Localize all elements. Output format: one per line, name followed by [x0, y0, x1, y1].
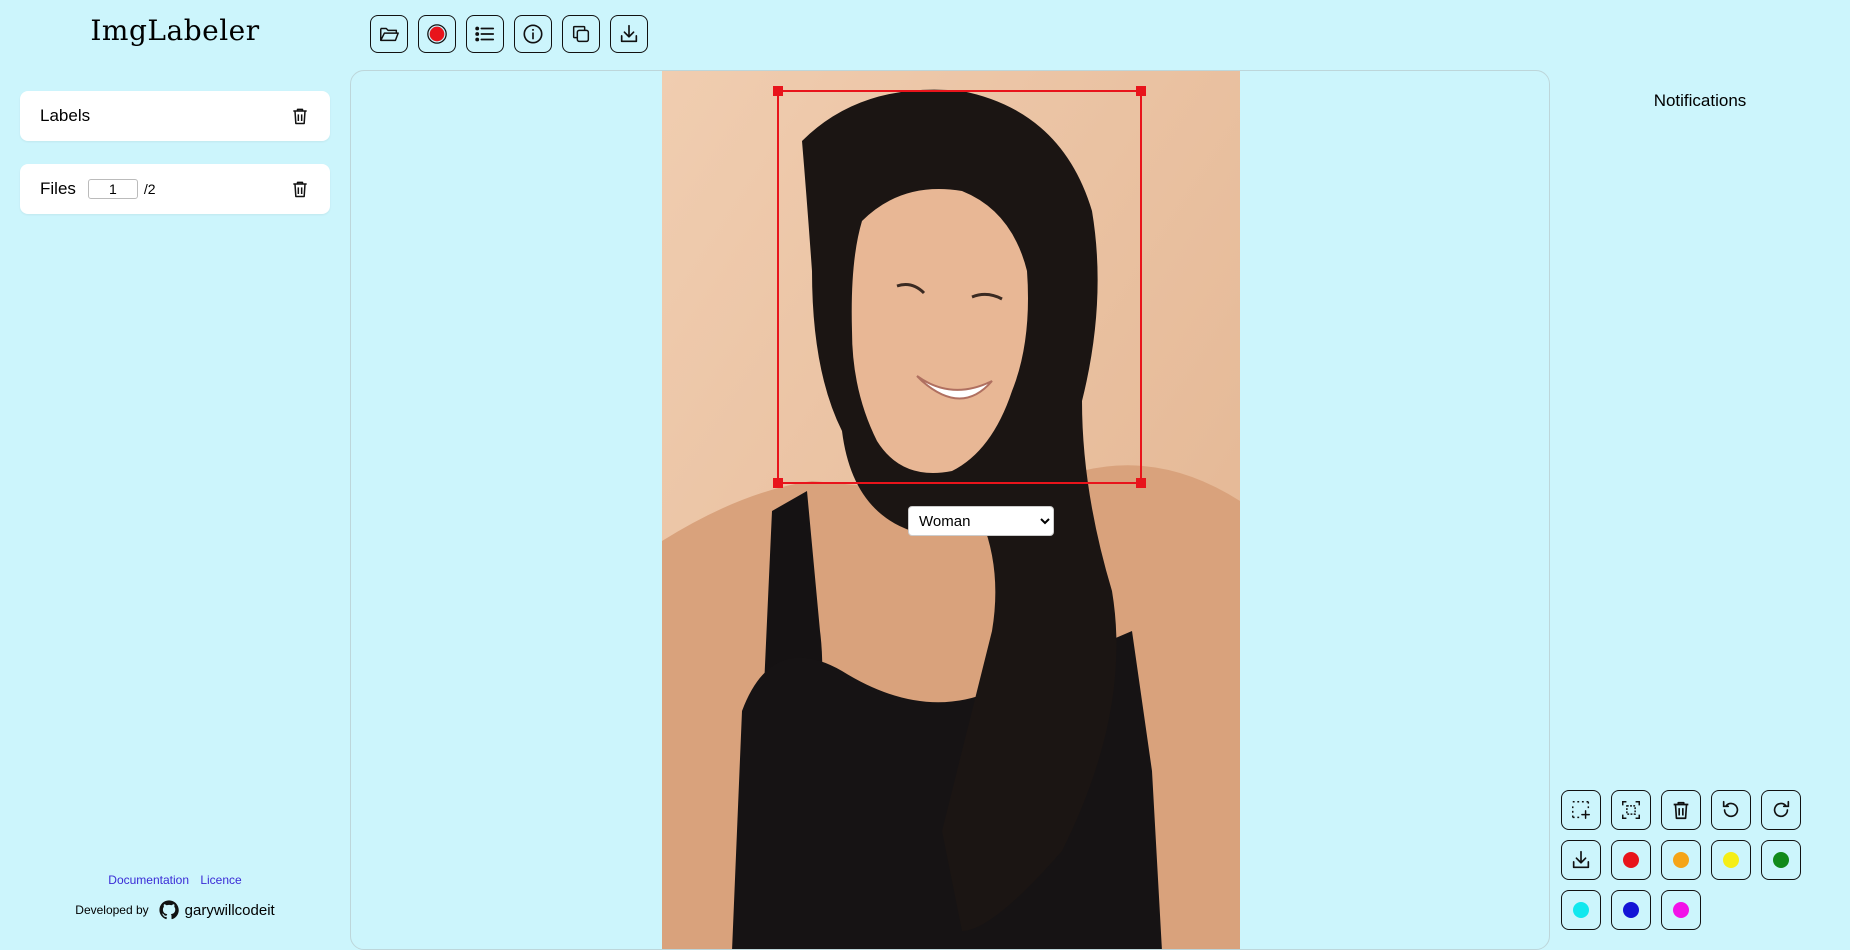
download-icon: [620, 24, 638, 43]
color-cyan-button[interactable]: [1561, 890, 1601, 930]
labels-title: Labels: [40, 106, 91, 125]
annotation-label-select[interactable]: Woman: [908, 506, 1054, 536]
file-index-input[interactable]: [87, 179, 138, 199]
annotated-photo[interactable]: Woman: [662, 71, 1240, 949]
trash-icon: [293, 108, 307, 125]
undo-button[interactable]: [1711, 790, 1751, 830]
redo-icon: [1773, 800, 1790, 818]
clear-labels-button[interactable]: [290, 106, 310, 126]
color-swatch: [1723, 852, 1739, 868]
app-title: ImgLabeler: [90, 14, 260, 47]
annotation-tools: [1561, 790, 1801, 930]
color-blue-button[interactable]: [1611, 890, 1651, 930]
annotation-box[interactable]: [773, 86, 1146, 488]
color-magenta-button[interactable]: [1661, 890, 1701, 930]
list-button[interactable]: [466, 15, 504, 53]
add-box-icon: [1572, 801, 1590, 819]
resize-handle-top-right[interactable]: [1136, 86, 1146, 96]
add-box-button[interactable]: [1561, 790, 1601, 830]
color-swatch: [1623, 852, 1639, 868]
files-title: Files: [40, 179, 76, 198]
download-button[interactable]: [610, 15, 648, 53]
copy-icon: [572, 25, 590, 43]
trash-icon: [293, 181, 307, 198]
image-canvas[interactable]: Woman: [350, 70, 1550, 950]
color-swatch: [1573, 902, 1589, 918]
open-folder-button[interactable]: [370, 15, 408, 53]
color-swatch: [1623, 902, 1639, 918]
color-red-button[interactable]: [1611, 840, 1651, 880]
undo-icon: [1722, 800, 1739, 818]
color-swatch: [1673, 852, 1689, 868]
delete-box-button[interactable]: [1661, 790, 1701, 830]
clear-files-button[interactable]: [290, 179, 310, 199]
info-button[interactable]: [514, 15, 552, 53]
redo-button[interactable]: [1761, 790, 1801, 830]
github-icon: [159, 900, 179, 920]
download-icon: [1572, 850, 1590, 869]
export-button[interactable]: [1561, 840, 1601, 880]
focus-box-icon: [1622, 801, 1640, 819]
copy-button[interactable]: [562, 15, 600, 53]
folder-open-icon: [380, 27, 399, 42]
footer-links: Documentation Licence: [0, 873, 350, 887]
notifications-title: Notifications: [1653, 91, 1747, 110]
resize-handle-bottom-right[interactable]: [1136, 478, 1146, 488]
select-all-button[interactable]: [1611, 790, 1651, 830]
color-green-button[interactable]: [1761, 840, 1801, 880]
top-toolbar: [370, 15, 648, 53]
info-icon: [523, 24, 543, 44]
github-user-link[interactable]: garywillcodeit: [185, 902, 275, 919]
resize-handle-top-left[interactable]: [773, 86, 783, 96]
color-orange-button[interactable]: [1661, 840, 1701, 880]
list-icon: [475, 26, 495, 42]
color-yellow-button[interactable]: [1711, 840, 1751, 880]
record-icon: [427, 24, 447, 44]
documentation-link[interactable]: Documentation: [108, 873, 189, 887]
licence-link[interactable]: Licence: [200, 873, 241, 887]
color-swatch: [1773, 852, 1789, 868]
trash-icon: [1673, 801, 1689, 820]
labels-panel: Labels: [20, 91, 330, 141]
files-total: /2: [143, 181, 156, 197]
developer-credit: Developed by garywillcodeit: [0, 900, 350, 920]
developed-by-text: Developed by: [75, 903, 149, 917]
color-swatch: [1673, 902, 1689, 918]
files-panel: Files /2: [20, 164, 330, 214]
resize-handle-bottom-left[interactable]: [773, 478, 783, 488]
record-button[interactable]: [418, 15, 456, 53]
